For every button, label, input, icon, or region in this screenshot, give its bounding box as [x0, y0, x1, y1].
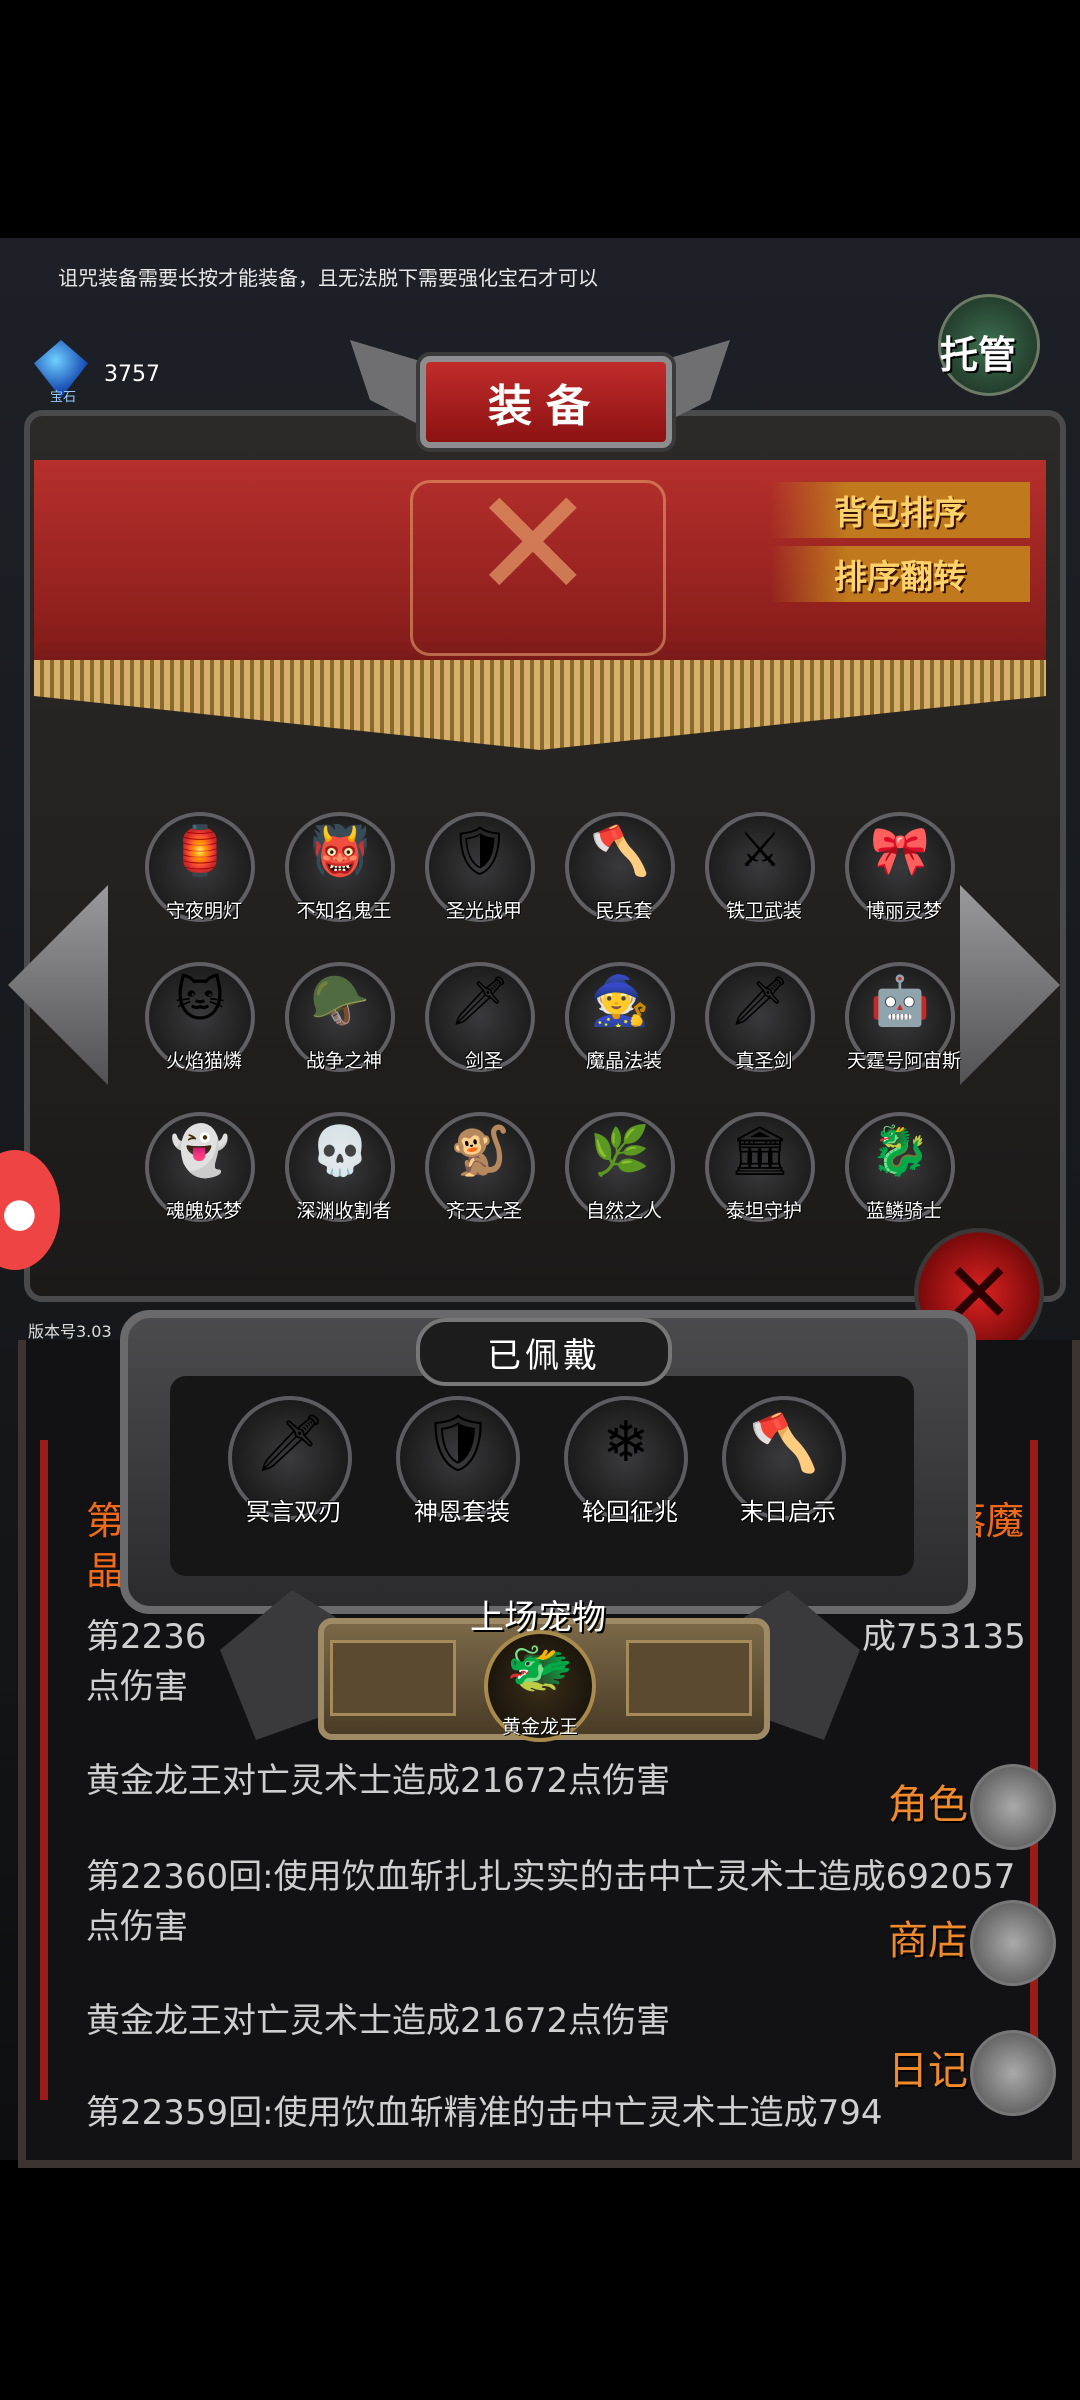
equipment-item[interactable]: 🛡 圣光战甲 — [425, 812, 535, 922]
equipment-item-label: 泰坦守护 — [725, 1200, 802, 1222]
equipment-item[interactable]: 🧙 魔晶法装 — [565, 962, 675, 1072]
mech-icon: 🤖 — [870, 973, 930, 1029]
equipment-item-label: 魔晶法装 — [585, 1050, 662, 1072]
equipment-item[interactable]: 🐉 蓝鳞骑士 — [845, 1112, 955, 1222]
pet-plate-right — [626, 1640, 752, 1716]
equipment-item-label: 战争之神 — [305, 1050, 382, 1072]
equipment-item[interactable]: 🏮 守夜明灯 — [145, 812, 255, 922]
equipment-item[interactable]: 👹 不知名鬼王 — [285, 812, 395, 922]
shrine-maiden-icon: 🎀 — [870, 823, 930, 879]
militia-icon: 🪓 — [590, 823, 650, 879]
equipment-item-label: 深渊收割者 — [296, 1200, 392, 1222]
equipment-item[interactable]: 🤖 天霆号阿宙斯 — [845, 962, 961, 1072]
nature-man-icon: 🌿 — [590, 1123, 650, 1179]
sword-saint-icon: 🗡 — [449, 973, 511, 1029]
monkey-king-icon: 🐒 — [450, 1123, 510, 1179]
log-fragment-left: 第 — [86, 1499, 125, 1543]
worn-item[interactable]: 🗡 冥言双刃 — [228, 1396, 352, 1526]
equipment-item-label: 圣光战甲 — [445, 900, 522, 922]
lantern-icon: 🏮 — [170, 823, 230, 879]
equipment-item-label: 自然之人 — [585, 1200, 662, 1222]
auto-play-label[interactable]: 托管 — [940, 324, 1016, 379]
panel-title: 装备 — [420, 356, 672, 448]
titan-icon: 🏛 — [729, 1123, 791, 1179]
equipment-item[interactable]: 🐱 火焰猫燐 — [145, 962, 255, 1072]
reaper-icon: 💀 — [310, 1123, 370, 1179]
equipment-item-label: 火焰猫燐 — [165, 1050, 242, 1072]
gem-caption: 宝石 — [50, 390, 77, 405]
equipment-item[interactable]: 🪖 战争之神 — [285, 962, 395, 1072]
log-line-4: 黄金龙王对亡灵术士造成21672点伤害 — [86, 2001, 671, 2041]
side-menu-0-label[interactable]: 角色 — [888, 1772, 968, 1830]
equipment-item-label: 齐天大圣 — [445, 1200, 522, 1222]
log-line-5: 第22359回:使用饮血斩精准的击中亡灵术士造成794 — [86, 2093, 883, 2133]
equipment-item-label: 蓝鳞骑士 — [865, 1200, 942, 1222]
helmet-icon[interactable] — [970, 1764, 1056, 1850]
worn-item-label: 神恩套装 — [414, 1498, 510, 1526]
equipment-item-label: 天霆号阿宙斯 — [846, 1050, 961, 1072]
worn-equipment-title: 已佩戴 — [416, 1318, 672, 1386]
doom-axe-icon: 🪓 — [749, 1411, 819, 1476]
equipment-item-label: 守夜明灯 — [165, 900, 242, 922]
armor-icon: 🛡 — [449, 823, 511, 879]
equipment-item[interactable]: 🗡 真圣剑 — [705, 962, 815, 1072]
golden-dragon-icon: 🐲 — [506, 1636, 574, 1699]
worn-item[interactable]: ❄ 轮回征兆 — [564, 1396, 688, 1526]
side-menu-2-label[interactable]: 日记 — [888, 2038, 968, 2096]
equipment-item[interactable]: 🌿 自然之人 — [565, 1112, 675, 1222]
log-border-left — [40, 1440, 48, 2100]
worn-item[interactable]: 🛡 神恩套装 — [396, 1396, 520, 1526]
iron-guard-icon: ⚔ — [738, 822, 782, 878]
youmu-icon: 👻 — [170, 1123, 230, 1179]
version-label: 版本号3.03 — [28, 1322, 112, 1341]
equipment-item-label: 剑圣 — [464, 1050, 503, 1072]
holy-sword-icon: 🗡 — [729, 973, 791, 1029]
equipment-item[interactable]: 🗡 剑圣 — [425, 962, 535, 1072]
log-line-2: 黄金龙王对亡灵术士造成21672点伤害 — [86, 1761, 671, 1801]
fire-cat-icon: 🐱 — [174, 972, 226, 1028]
backpack-sort-button[interactable]: 背包排序 — [770, 482, 1030, 538]
equip-hint-text: 诅咒装备需要长按才能装备，且无法脱下需要强化宝石才可以 — [58, 266, 598, 290]
equipment-item[interactable]: 💀 深渊收割者 — [285, 1112, 395, 1222]
journal-icon[interactable] — [970, 2030, 1056, 2116]
equipment-item[interactable]: ⚔ 铁卫武装 — [705, 812, 815, 922]
equipment-item-label: 魂魄妖梦 — [165, 1200, 242, 1222]
gem-counter: 宝石 — [34, 340, 88, 405]
log-fragment-left-2: 晶 — [86, 1549, 125, 1593]
log-line-3: 第22360回:使用饮血斩扎扎实实的击中亡灵术士造成692057点伤害 — [86, 1857, 1016, 1947]
equipment-item[interactable]: 🐒 齐天大圣 — [425, 1112, 535, 1222]
equipment-item-label: 博丽灵梦 — [865, 900, 942, 922]
equipment-item-label: 民兵套 — [595, 900, 653, 922]
sort-reverse-button[interactable]: 排序翻转 — [770, 546, 1030, 602]
equipment-item[interactable]: 🏛 泰坦守护 — [705, 1112, 815, 1222]
equipment-item[interactable]: 👻 魂魄妖梦 — [145, 1112, 255, 1222]
equipment-item[interactable]: 🎀 博丽灵梦 — [845, 812, 955, 922]
equipment-item[interactable]: 🪓 民兵套 — [565, 812, 675, 922]
pet-name: 黄金龙王 — [501, 1716, 578, 1738]
equipment-item-label: 不知名鬼王 — [296, 900, 392, 922]
war-god-icon: 🪖 — [310, 973, 370, 1029]
divine-armor-icon: 🛡 — [422, 1411, 494, 1476]
beer-mug-icon[interactable] — [970, 1900, 1056, 1986]
side-menu-1-label[interactable]: 商店 — [888, 1908, 968, 1966]
equipment-item-label: 铁卫武装 — [725, 900, 802, 922]
worn-item-label: 轮回征兆 — [582, 1498, 678, 1526]
dual-blades-icon: 🗡 — [254, 1411, 326, 1476]
blue-knight-icon: 🐉 — [870, 1123, 930, 1179]
crystal-staff-icon: ❄ — [602, 1410, 650, 1475]
crossed-swords-icon: ✕ — [470, 458, 596, 632]
gem-count: 3757 — [104, 362, 160, 387]
log-line-1-end: 成753135 — [862, 1617, 1026, 1657]
worn-item-label: 末日启示 — [740, 1498, 836, 1526]
worn-item[interactable]: 🪓 末日启示 — [722, 1396, 846, 1526]
person-icon: ● — [2, 1190, 37, 1236]
equipment-item-label: 真圣剑 — [735, 1050, 793, 1072]
ghost-king-icon: 👹 — [310, 823, 370, 879]
worn-item-label: 冥言双刃 — [246, 1498, 342, 1526]
pet-plate-left — [330, 1640, 456, 1716]
wizard-icon: 🧙 — [590, 973, 650, 1029]
